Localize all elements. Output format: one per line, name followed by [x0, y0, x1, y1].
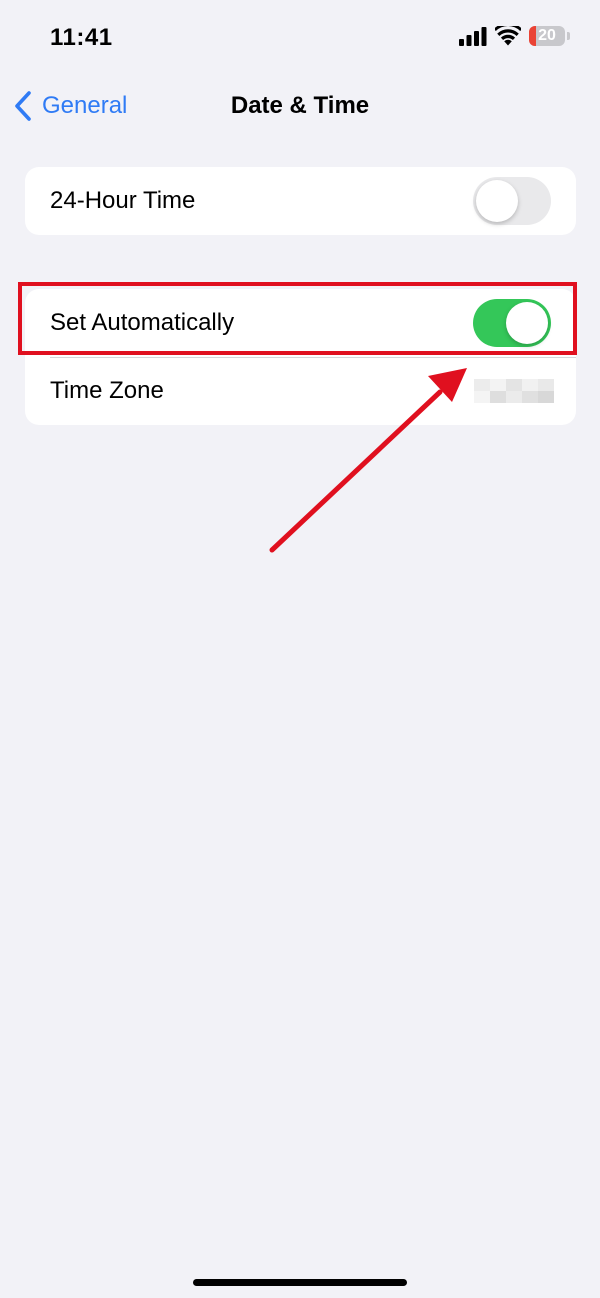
cell-signal-icon — [459, 27, 487, 46]
battery-level: 20 — [538, 27, 556, 44]
status-bar: 11:41 20 — [0, 0, 600, 80]
toggle-24-hour-time[interactable] — [473, 177, 551, 225]
setting-row-set-automatically: Set Automatically — [25, 289, 576, 357]
home-indicator[interactable] — [193, 1279, 407, 1286]
setting-label-set-automatically: Set Automatically — [50, 309, 235, 336]
status-time: 11:41 — [50, 24, 113, 51]
wifi-icon — [495, 26, 521, 46]
toggle-knob — [506, 302, 548, 344]
time-zone-value-obscured — [474, 379, 554, 403]
page-title: Date & Time — [230, 92, 370, 119]
setting-label-24-hour-time: 24-Hour Time — [50, 187, 196, 214]
battery-cap — [567, 32, 570, 40]
setting-row-24-hour-time: 24-Hour Time — [25, 167, 576, 235]
settings-group-auto-time: Set Automatically Time Zone — [25, 289, 576, 425]
setting-label-time-zone: Time Zone — [50, 377, 164, 404]
navigation-bar: General Date & Time — [0, 80, 600, 136]
toggle-set-automatically[interactable] — [473, 299, 551, 347]
battery-icon: 20 — [529, 26, 565, 46]
settings-group-time-format: 24-Hour Time — [25, 167, 576, 235]
battery-level-fill — [529, 26, 537, 46]
status-icons: 20 — [459, 26, 570, 46]
setting-row-time-zone[interactable]: Time Zone — [25, 357, 576, 425]
toggle-knob — [476, 180, 518, 222]
